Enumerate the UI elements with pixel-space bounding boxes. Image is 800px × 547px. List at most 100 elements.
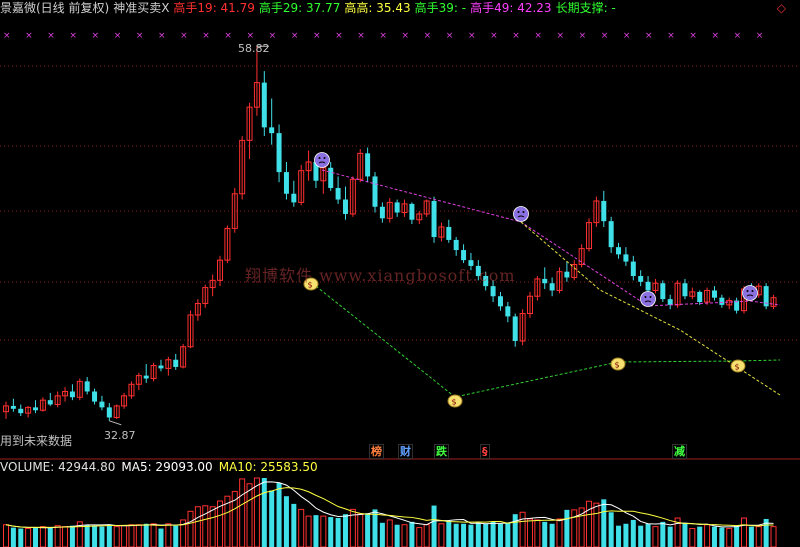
volume-bar bbox=[39, 526, 46, 547]
candle-body bbox=[453, 239, 459, 251]
volume-bar bbox=[755, 526, 762, 547]
volume-bar bbox=[630, 519, 636, 547]
sell-face-icon bbox=[742, 285, 758, 301]
face-eye bbox=[517, 211, 520, 213]
signal-x-mark: × bbox=[247, 31, 255, 41]
candle-body bbox=[697, 291, 703, 303]
future-data-label: 用到未来数据 bbox=[0, 434, 73, 448]
volume-bar bbox=[519, 511, 526, 547]
candle-body bbox=[601, 200, 607, 222]
volume-bar bbox=[682, 522, 688, 547]
event-marker-4[interactable]: 减 bbox=[672, 444, 687, 459]
volume-bar bbox=[549, 523, 555, 547]
volume-bar bbox=[526, 518, 533, 547]
stock-chart-window: { "header": { "title": "景嘉微(日线 前复权)", "i… bbox=[0, 0, 800, 547]
candle-body bbox=[564, 271, 570, 278]
volume-bar bbox=[616, 525, 622, 547]
signal-x-mark: × bbox=[512, 31, 520, 41]
event-marker-1[interactable]: 财 bbox=[398, 444, 413, 459]
volume-bar bbox=[150, 523, 157, 547]
volume-bar bbox=[33, 527, 39, 547]
candle-body bbox=[106, 407, 112, 418]
event-marker-2[interactable]: 跌 bbox=[434, 444, 449, 459]
face-eye bbox=[649, 296, 652, 298]
volume-bar bbox=[697, 526, 703, 547]
signal-x-mark: × bbox=[202, 31, 210, 41]
volume-bar bbox=[748, 526, 754, 547]
candle-body bbox=[47, 400, 53, 405]
volume-bar bbox=[586, 500, 593, 547]
volume-bar bbox=[638, 525, 644, 547]
candle-body bbox=[394, 202, 400, 213]
volume-bar bbox=[25, 528, 32, 547]
signal-x-mark: × bbox=[579, 31, 587, 41]
candle-body bbox=[505, 306, 511, 317]
volume-bar bbox=[298, 508, 305, 547]
signal-x-mark: × bbox=[490, 31, 498, 41]
volume-bar bbox=[365, 513, 371, 547]
volume-bar bbox=[734, 525, 740, 547]
candle-body bbox=[409, 203, 415, 220]
volume-bar bbox=[461, 523, 467, 547]
volume-bar bbox=[246, 483, 253, 547]
volume-bar bbox=[84, 524, 90, 547]
candle-body bbox=[92, 391, 98, 402]
candle-body bbox=[276, 133, 282, 173]
volume-bar bbox=[689, 528, 696, 547]
signal-x-mark: × bbox=[3, 31, 11, 41]
signal-x-mark: × bbox=[313, 31, 321, 41]
event-marker-3[interactable]: § bbox=[480, 444, 490, 459]
candle-body bbox=[335, 187, 341, 200]
volume-bar bbox=[143, 523, 149, 547]
candle-body bbox=[623, 254, 629, 262]
candle-body bbox=[372, 176, 378, 207]
ma5-value: MA5: 29093.00 bbox=[121, 460, 213, 474]
volume-header: VOLUME: 42944.80 MA5: 29093.00 MA10: 25583… bbox=[0, 460, 324, 474]
candle-body bbox=[158, 365, 164, 369]
volume-bar bbox=[54, 525, 61, 547]
face-eye bbox=[323, 157, 326, 159]
candle-body bbox=[645, 281, 651, 291]
volume-bar bbox=[158, 528, 164, 547]
signal-x-mark: × bbox=[446, 31, 454, 41]
volume-bar bbox=[113, 526, 120, 547]
signal-x-mark: × bbox=[689, 31, 697, 41]
candle-body bbox=[10, 405, 16, 409]
volume-bar bbox=[416, 527, 423, 547]
high-price-label: 58.82 bbox=[238, 42, 270, 55]
signal-x-mark: × bbox=[557, 31, 565, 41]
candle-body bbox=[608, 221, 614, 248]
volume-bar bbox=[534, 519, 541, 547]
candle-body bbox=[379, 206, 385, 219]
signal-x-mark: × bbox=[224, 31, 232, 41]
face-eye bbox=[751, 290, 754, 292]
signal-x-mark: × bbox=[734, 31, 742, 41]
volume-bar bbox=[269, 490, 275, 547]
volume-bar bbox=[10, 527, 16, 547]
signal-x-mark: × bbox=[402, 31, 410, 41]
volume-bar bbox=[741, 517, 747, 547]
candle-body bbox=[18, 408, 24, 414]
candle-body bbox=[69, 391, 75, 398]
volume-bar bbox=[483, 523, 489, 547]
candle-body bbox=[512, 316, 518, 341]
volume-bar bbox=[92, 525, 98, 547]
volume-bar bbox=[165, 523, 172, 547]
volume-bar bbox=[453, 523, 459, 547]
candle-body bbox=[711, 290, 717, 298]
sell-face-icon bbox=[314, 152, 330, 168]
candle-body bbox=[630, 261, 636, 277]
money-bag-glyph: $ bbox=[735, 363, 740, 372]
candle-body bbox=[328, 167, 334, 188]
event-marker-0[interactable]: 榜 bbox=[369, 444, 384, 459]
volume-bar bbox=[335, 518, 341, 547]
volume-bar bbox=[401, 524, 408, 547]
signal-x-mark: × bbox=[756, 31, 764, 41]
signal-x-mark: × bbox=[25, 31, 33, 41]
low-price-label: 32.87 bbox=[104, 429, 136, 442]
volume-bar bbox=[62, 526, 69, 547]
candle-body bbox=[33, 407, 39, 411]
signal-x-mark: × bbox=[667, 31, 675, 41]
volume-bar bbox=[187, 510, 194, 547]
candle-body bbox=[269, 127, 275, 134]
